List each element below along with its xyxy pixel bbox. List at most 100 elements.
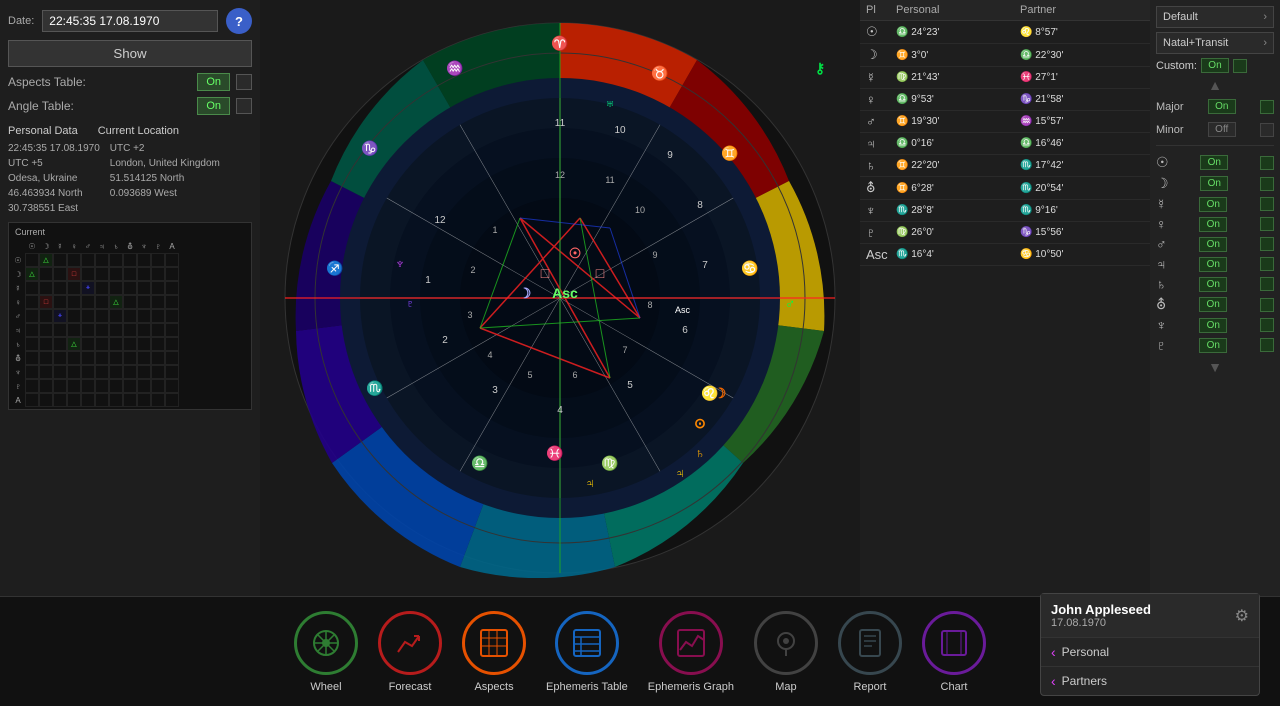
mini-aspect-cell [39, 281, 53, 295]
mini-aspect-cell [165, 351, 179, 365]
svg-text:Asc: Asc [552, 285, 578, 301]
mini-aspect-cell [165, 379, 179, 393]
angle-table-checkbox[interactable] [236, 98, 252, 114]
natal-transit-button[interactable]: Natal+Transit › [1156, 32, 1274, 54]
planet-toggle-chk-8[interactable] [1260, 318, 1274, 332]
mini-aspect-cell [123, 253, 137, 267]
major-checkbox[interactable] [1260, 100, 1274, 114]
mini-aspect-cell [39, 351, 53, 365]
mini-aspect-cell [81, 365, 95, 379]
svg-text:⊙: ⊙ [694, 415, 706, 431]
nav-item-report[interactable]: Report [838, 611, 902, 693]
planet-toggle-row-7: ⛢ On [1156, 294, 1274, 315]
planet-symbol: ☽ [866, 47, 896, 63]
nav-item-map[interactable]: Map [754, 611, 818, 693]
gear-icon[interactable]: ⚙ [1235, 606, 1249, 626]
planet-table-body: ☉ ♎ 24°23' ♌ 8°57' ☽ ♊ 3°0' ♎ 22°30' ☿ ♍… [860, 21, 1150, 596]
planet-symbol: ♀ [866, 92, 896, 107]
mini-aspect-cell [95, 393, 109, 407]
mini-aspect-cell [81, 323, 95, 337]
svg-text:8: 8 [647, 300, 652, 310]
planet-toggle-chk-4[interactable] [1260, 237, 1274, 251]
aspects-table-toggle[interactable]: On [197, 73, 230, 91]
minor-checkbox[interactable] [1260, 123, 1274, 137]
partners-option[interactable]: ‹ Partners [1041, 666, 1259, 695]
planet-toggle-symbol-5: ♃ [1156, 256, 1167, 272]
mini-aspect-cell [53, 295, 67, 309]
nav-item-aspects[interactable]: Aspects [462, 611, 526, 693]
planet-toggle-chk-1[interactable] [1260, 177, 1274, 191]
major-toggle[interactable]: On [1208, 99, 1236, 114]
planet-toggle-chk-3[interactable] [1260, 217, 1274, 231]
angle-table-toggle-row: Angle Table: On [8, 97, 252, 115]
planet-toggle-btn-9[interactable]: On [1199, 338, 1227, 353]
mini-aspect-cell [25, 323, 39, 337]
svg-text:♇: ♇ [405, 295, 416, 311]
planet-toggle-chk-7[interactable] [1260, 298, 1274, 312]
minor-toggle-row: Minor Off [1156, 120, 1274, 139]
svg-text:7: 7 [622, 345, 627, 355]
svg-text:♑: ♑ [361, 140, 378, 157]
planet-toggle-chk-0[interactable] [1260, 156, 1274, 170]
custom-checkbox[interactable] [1233, 59, 1247, 73]
planet-personal-pos: ♊ 19°30' [896, 116, 1020, 127]
planet-toggle-btn-4[interactable]: On [1199, 237, 1227, 252]
planet-toggle-btn-8[interactable]: On [1199, 318, 1227, 333]
svg-text:♃: ♃ [585, 475, 596, 491]
mini-aspect-cell [67, 309, 81, 323]
mini-table-row: ☉△ [11, 253, 249, 267]
default-preset-button[interactable]: Default › [1156, 6, 1274, 28]
planet-row: Asc ♏ 16°4' ♋ 10°50' [860, 244, 1150, 266]
date-input[interactable] [42, 10, 218, 32]
mini-aspect-cell [109, 393, 123, 407]
mini-aspect-cell [151, 393, 165, 407]
planet-toggle-chk-9[interactable] [1260, 338, 1274, 352]
planet-toggle-btn-7[interactable]: On [1199, 297, 1227, 312]
planet-toggle-btn-0[interactable]: On [1200, 155, 1228, 170]
scroll-down-arrow[interactable]: ▼ [1156, 359, 1274, 375]
mini-aspect-cell [53, 365, 67, 379]
nav-item-ephemeris-table[interactable]: Ephemeris Table [546, 611, 628, 693]
nav-item-forecast[interactable]: Forecast [378, 611, 442, 693]
mini-aspect-cell [109, 281, 123, 295]
personal-option[interactable]: ‹ Personal [1041, 637, 1259, 666]
mini-aspect-cell [165, 267, 179, 281]
planet-toggle-btn-6[interactable]: On [1199, 277, 1227, 292]
planet-toggle-btn-5[interactable]: On [1199, 257, 1227, 272]
planet-personal-pos: ♏ 16°4' [896, 249, 1020, 260]
profile-card: John Appleseed 17.08.1970 ⚙ ‹ Personal ‹… [1040, 593, 1260, 696]
mini-aspect-cell [165, 309, 179, 323]
nav-label-forecast: Forecast [389, 681, 432, 693]
planet-personal-pos: ♍ 26°0' [896, 227, 1020, 238]
angle-table-label: Angle Table: [8, 99, 191, 113]
planet-toggle-btn-1[interactable]: On [1200, 176, 1228, 191]
show-button[interactable]: Show [8, 40, 252, 67]
nav-item-wheel[interactable]: Wheel [294, 611, 358, 693]
planet-toggle-btn-3[interactable]: On [1199, 217, 1227, 232]
mini-table-row: ♇ [11, 379, 249, 393]
angle-table-toggle[interactable]: On [197, 97, 230, 115]
mini-aspect-cell [25, 253, 39, 267]
current-utc: UTC +2 [110, 141, 220, 156]
nav-label-chart: Chart [941, 681, 968, 693]
personal-utc: UTC +5 [8, 156, 100, 171]
help-button[interactable]: ? [226, 8, 252, 34]
nav-item-chart[interactable]: Chart [922, 611, 986, 693]
mini-table-row: ♂⚹ [11, 309, 249, 323]
custom-toggle[interactable]: On [1201, 58, 1229, 73]
scroll-up-arrow[interactable]: ▲ [1156, 77, 1274, 93]
planet-toggle-chk-5[interactable] [1260, 257, 1274, 271]
mini-aspect-cell [109, 351, 123, 365]
mini-aspect-cell [151, 323, 165, 337]
minor-toggle[interactable]: Off [1208, 122, 1236, 137]
planet-toggle-btn-2[interactable]: On [1199, 197, 1227, 212]
mini-aspect-cell [109, 337, 123, 351]
aspects-table-checkbox[interactable] [236, 74, 252, 90]
planet-partner-pos: ♎ 16°46' [1020, 138, 1144, 149]
svg-text:4: 4 [557, 405, 563, 416]
nav-item-ephemeris-graph[interactable]: Ephemeris Graph [648, 611, 734, 693]
planet-toggle-chk-2[interactable] [1260, 197, 1274, 211]
mini-aspect-cell [81, 253, 95, 267]
svg-text:8: 8 [697, 200, 703, 211]
planet-toggle-chk-6[interactable] [1260, 277, 1274, 291]
